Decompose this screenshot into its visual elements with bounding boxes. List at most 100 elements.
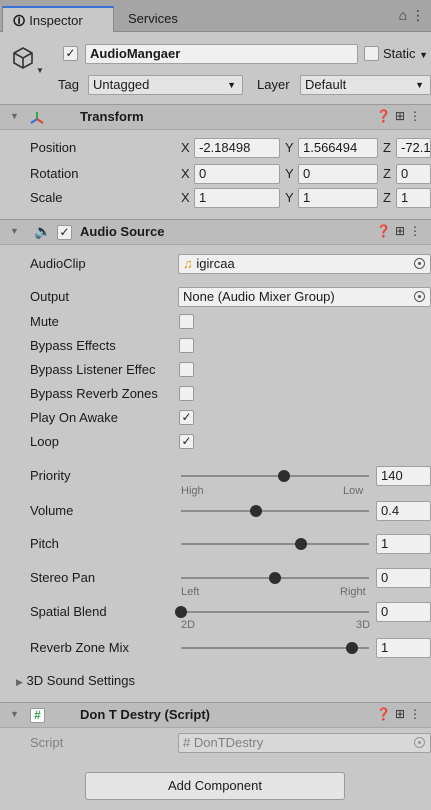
layer-dropdown[interactable]: Default ▼ <box>300 75 431 95</box>
object-picker-icon[interactable] <box>414 291 425 302</box>
transform-header[interactable]: ▼ Transform ❓⊞⋮ <box>0 104 431 130</box>
stereo-pan-field[interactable]: 0 <box>376 568 431 588</box>
priority-slider-knob[interactable] <box>278 470 291 482</box>
rotation-label[interactable]: Rotation <box>30 166 78 181</box>
bypass-reverb-checkbox[interactable] <box>179 386 194 401</box>
spatial-blend-label: Spatial Blend <box>30 604 107 619</box>
scale-z-label[interactable]: Z <box>383 190 391 205</box>
help-icon[interactable]: ❓ <box>376 109 395 123</box>
bypass-listener-checkbox[interactable] <box>179 362 194 377</box>
bypass-effects-checkbox[interactable] <box>179 338 194 353</box>
active-checkbox[interactable]: ✓ <box>63 46 78 61</box>
kebab-menu-icon[interactable]: ⋮ <box>409 707 425 721</box>
rotation-x-field[interactable]: 0 <box>194 164 280 184</box>
fold-arrow-icon[interactable]: ▼ <box>10 111 19 121</box>
loop-checkbox[interactable]: ✓ <box>179 434 194 449</box>
tag-label: Tag <box>58 77 79 92</box>
kebab-menu-icon[interactable]: ⋮ <box>409 224 425 238</box>
scale-y-field[interactable]: 1 <box>298 188 378 208</box>
stereo-pan-slider-knob[interactable] <box>269 572 281 584</box>
preset-icon[interactable]: ⊞ <box>395 707 409 721</box>
scale-label[interactable]: Scale <box>30 190 63 205</box>
spatial-blend-field[interactable]: 0 <box>376 602 431 622</box>
preset-icon[interactable]: ⊞ <box>395 224 409 238</box>
audioclip-field[interactable]: ♫ igircaa <box>178 254 431 274</box>
spatial-max-label: 3D <box>356 619 371 631</box>
scale-x-field[interactable]: 1 <box>194 188 280 208</box>
tag-dropdown[interactable]: Untagged ▼ <box>88 75 243 95</box>
priority-field[interactable]: 140 <box>376 466 431 486</box>
object-picker-icon[interactable] <box>414 258 425 269</box>
position-label[interactable]: Position <box>30 140 76 155</box>
reverb-mix-slider-knob[interactable] <box>345 642 358 654</box>
tab-inspector[interactable]: 🛈 Inspector <box>2 6 114 32</box>
rotation-y-field[interactable]: 0 <box>298 164 378 184</box>
scale-y-label[interactable]: Y <box>285 190 294 205</box>
kebab-menu-icon[interactable]: ⋮ <box>409 109 425 123</box>
info-icon: 🛈 <box>13 14 26 28</box>
audio-clip-icon: ♫ <box>183 256 193 271</box>
fold-arrow-icon[interactable]: ▶ <box>16 677 23 687</box>
volume-slider-track[interactable] <box>181 510 369 512</box>
spatial-blend-slider-knob[interactable] <box>175 606 187 618</box>
lock-icon[interactable]: ⌂ <box>399 7 407 23</box>
rotation-y-label[interactable]: Y <box>285 166 294 181</box>
tab-services[interactable]: Services <box>118 6 188 32</box>
transform-title: Transform <box>80 109 144 124</box>
stereo-left-label: Left <box>181 586 200 598</box>
reverb-mix-slider-track[interactable] <box>181 647 369 649</box>
fold-arrow-icon[interactable]: ▼ <box>10 226 19 236</box>
priority-slider-track[interactable] <box>181 475 369 477</box>
output-field[interactable]: None (Audio Mixer Group) <box>178 287 431 307</box>
static-checkbox[interactable] <box>364 46 379 61</box>
mute-label: Mute <box>30 314 59 329</box>
fold-arrow-icon[interactable]: ▼ <box>10 709 19 719</box>
rotation-x-label[interactable]: X <box>181 166 190 181</box>
sound-settings-label: 3D Sound Settings <box>26 673 135 688</box>
script-enabled-checkbox[interactable]: # <box>30 708 45 723</box>
preset-icon[interactable]: ⊞ <box>395 109 409 123</box>
component-actions[interactable]: ❓⊞⋮ <box>376 109 425 123</box>
add-component-button[interactable]: Add Component <box>85 772 345 800</box>
help-icon[interactable]: ❓ <box>376 707 395 721</box>
static-dropdown[interactable]: Static ▼ <box>383 46 428 61</box>
help-icon[interactable]: ❓ <box>376 224 395 238</box>
position-y-field[interactable]: 1.566494 <box>298 138 378 158</box>
pitch-slider-knob[interactable] <box>295 538 308 550</box>
position-x-field[interactable]: -2.18498 <box>194 138 280 158</box>
mute-checkbox[interactable] <box>179 314 194 329</box>
pitch-slider-track[interactable] <box>181 543 369 545</box>
pitch-field[interactable]: 1 <box>376 534 431 554</box>
rotation-z-label[interactable]: Z <box>383 166 391 181</box>
speaker-icon: 🔈 <box>34 223 52 239</box>
gameobject-name-field[interactable]: AudioMangaer <box>85 44 358 64</box>
audio-source-header[interactable]: ▼ 🔈 ✓ Audio Source ❓⊞⋮ <box>0 219 431 245</box>
component-actions[interactable]: ❓⊞⋮ <box>376 707 425 721</box>
component-actions[interactable]: ❓⊞⋮ <box>376 224 425 238</box>
position-y-label[interactable]: Y <box>285 140 294 155</box>
volume-field[interactable]: 0.4 <box>376 501 431 521</box>
position-x-label[interactable]: X <box>181 140 190 155</box>
spatial-blend-slider-track[interactable] <box>181 611 369 613</box>
icon-dropdown-arrow-icon[interactable]: ▼ <box>36 66 44 75</box>
priority-label: Priority <box>30 468 71 483</box>
rotation-z-field[interactable]: 0 <box>396 164 431 184</box>
audio-source-enabled-checkbox[interactable]: ✓ <box>57 225 72 240</box>
tab-menu[interactable]: ⌂ ⋮ <box>399 7 425 24</box>
transform-axes-icon <box>30 112 44 124</box>
script-component-header[interactable]: ▼ # Don T Destry (Script) ❓⊞⋮ <box>0 702 431 728</box>
volume-slider-knob[interactable] <box>250 505 263 517</box>
kebab-menu-icon[interactable]: ⋮ <box>411 7 425 23</box>
sound-settings-foldout[interactable]: ▶ 3D Sound Settings <box>16 673 135 688</box>
scale-x-label[interactable]: X <box>181 190 190 205</box>
position-z-field[interactable]: -72.1598 <box>396 138 431 158</box>
gameobject-cube-icon[interactable] <box>10 45 36 71</box>
play-on-awake-checkbox[interactable]: ✓ <box>179 410 194 425</box>
script-file-icon: # <box>183 735 191 750</box>
chevron-down-icon: ▼ <box>227 80 236 90</box>
scale-z-field[interactable]: 1 <box>396 188 431 208</box>
output-label: Output <box>30 289 70 304</box>
reverb-mix-field[interactable]: 1 <box>376 638 431 658</box>
position-z-label[interactable]: Z <box>383 140 391 155</box>
tab-bar: 🛈 Inspector Services ⌂ ⋮ <box>0 0 431 32</box>
